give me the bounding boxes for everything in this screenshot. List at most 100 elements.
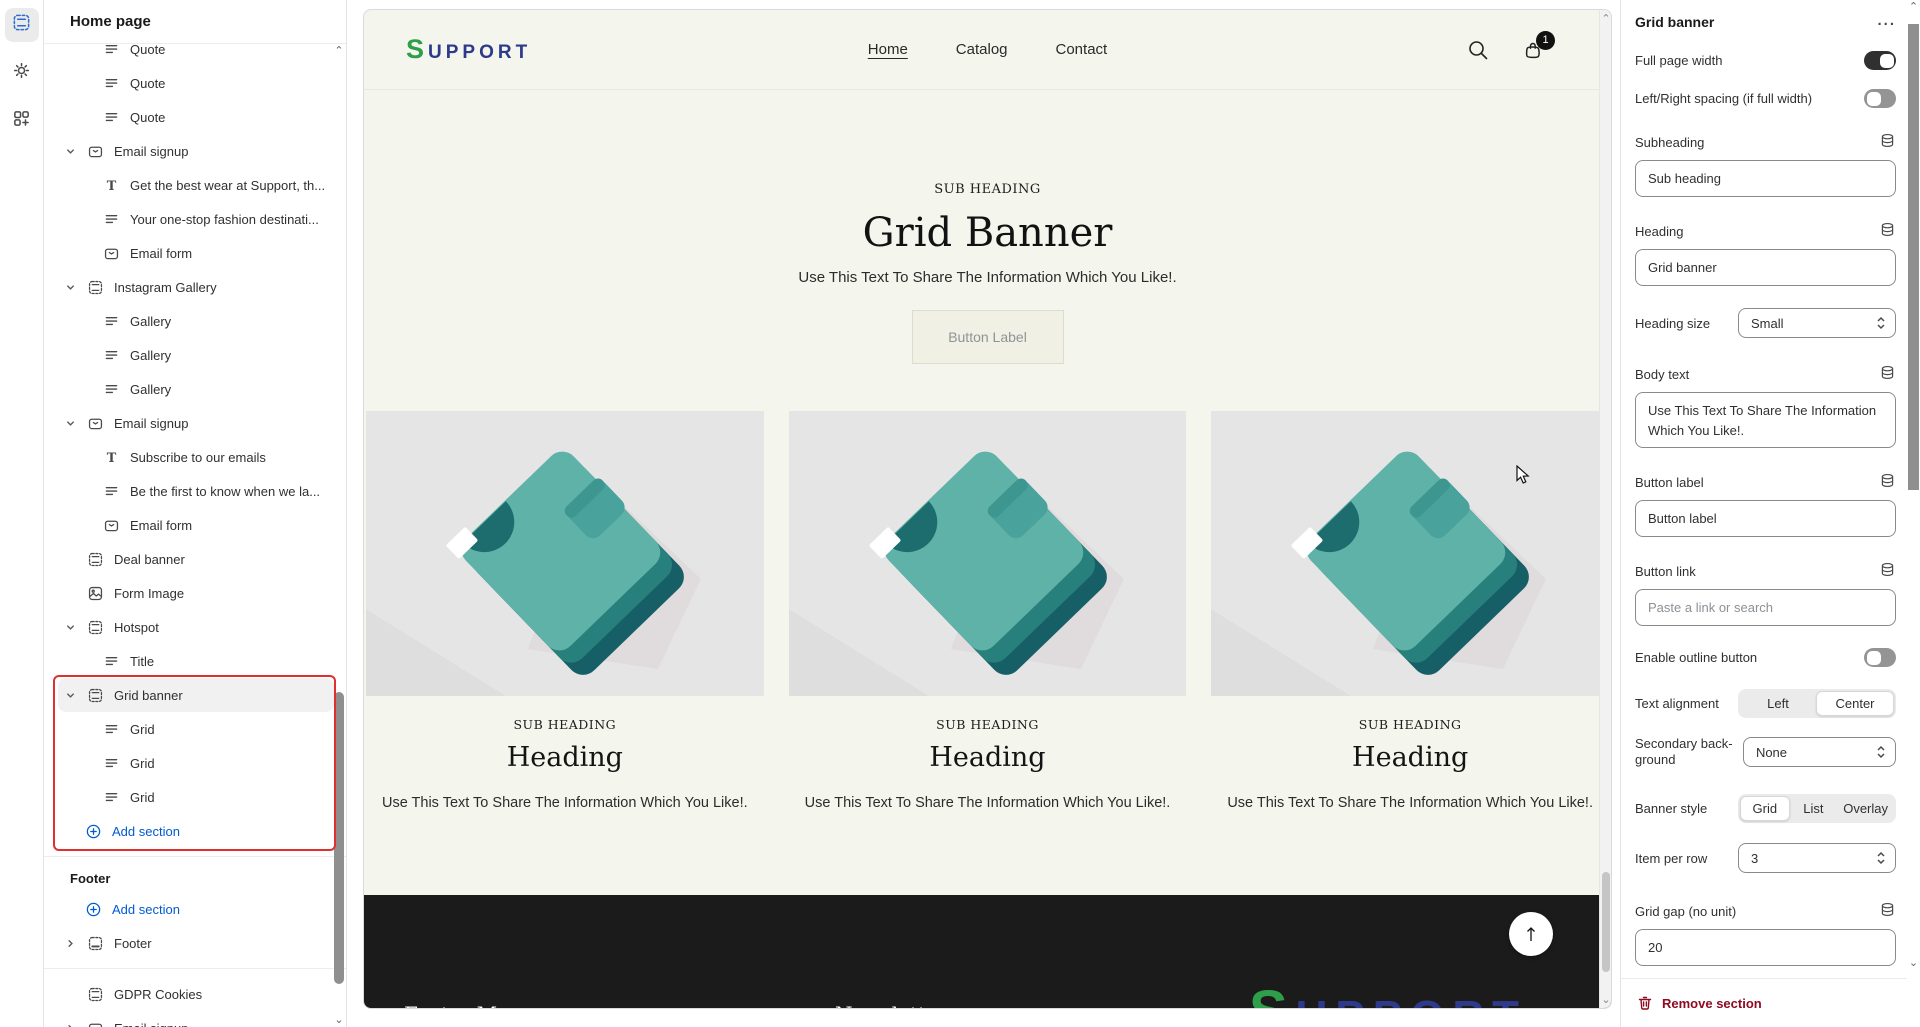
chevron-down-icon[interactable] xyxy=(62,279,78,295)
item-per-row-select[interactable]: 3 xyxy=(1738,843,1896,873)
button-label-input[interactable]: Button label xyxy=(1635,500,1896,537)
tree-item-grid-banner[interactable]: Grid banner xyxy=(58,678,334,712)
dynamic-source-icon[interactable] xyxy=(1879,472,1896,492)
scroll-up-caret[interactable]: ⌃ xyxy=(1600,14,1612,24)
tree-item-label: Form Image xyxy=(114,586,184,601)
chevron-down-icon[interactable] xyxy=(62,143,78,159)
sections-tab-button[interactable] xyxy=(5,8,39,42)
tree-item-email-form[interactable]: Email form xyxy=(44,508,346,542)
section-icon xyxy=(86,686,104,704)
theme-settings-button[interactable] xyxy=(5,56,39,90)
tree-item-instagram-gallery[interactable]: Instagram Gallery xyxy=(44,270,346,304)
chevron-down-icon[interactable] xyxy=(62,619,78,635)
scroll-down-caret[interactable]: ⌄ xyxy=(333,1015,345,1025)
button-link-input[interactable]: Paste a link or search xyxy=(1635,589,1896,626)
tree-item-form-image[interactable]: Form Image xyxy=(44,576,346,610)
chevron-right-icon[interactable] xyxy=(62,935,78,951)
segment-option-center[interactable]: Center xyxy=(1816,691,1894,716)
grid-gap-input[interactable]: 20 xyxy=(1635,929,1896,966)
tree-item-email-signup[interactable]: Email signup xyxy=(44,406,346,440)
text-icon xyxy=(102,720,120,738)
tree-item-email-signup[interactable]: Email signup xyxy=(44,134,346,168)
dynamic-source-icon[interactable] xyxy=(1879,561,1896,581)
scroll-up-caret[interactable]: ⌃ xyxy=(1907,2,1920,12)
banner-button[interactable]: Button Label xyxy=(912,310,1064,364)
tree-item-get-the-best-wear-at-support[interactable]: TGet the best wear at Support, th... xyxy=(44,168,346,202)
scroll-to-top-button[interactable] xyxy=(1509,912,1553,956)
tree-item-quote[interactable]: Quote xyxy=(44,100,346,134)
nav-link-home[interactable]: Home xyxy=(868,41,908,58)
tree-item-gdpr-cookies[interactable]: GDPR Cookies xyxy=(44,977,346,1011)
text-icon xyxy=(102,108,120,126)
segment-option-grid[interactable]: Grid xyxy=(1740,796,1790,821)
heading-input[interactable]: Grid banner xyxy=(1635,249,1896,286)
dynamic-source-icon[interactable] xyxy=(1879,221,1896,241)
body-text-input[interactable]: Use This Text To Share The Information W… xyxy=(1635,392,1896,448)
cart-icon[interactable]: 1 xyxy=(1523,39,1545,61)
tree-item-your-one-stop-fashion-destin[interactable]: Your one-stop fashion destinati... xyxy=(44,202,346,236)
dynamic-source-icon[interactable] xyxy=(1879,132,1896,152)
secondary-background-label: Secondary back-ground xyxy=(1635,736,1743,768)
scroll-down-caret[interactable]: ⌄ xyxy=(1600,995,1612,1005)
window-scrollbar[interactable]: ⌃ ⌄ xyxy=(1907,0,1920,1027)
tree-item-grid[interactable]: Grid xyxy=(44,746,346,780)
tree-item-label: Deal banner xyxy=(114,552,185,567)
tree-item-gallery[interactable]: Gallery xyxy=(44,372,346,406)
tree-item-email-signup[interactable]: Email signup xyxy=(44,1011,346,1027)
card-subheading: SUB HEADING xyxy=(1211,717,1609,732)
tree-item-add-section[interactable]: Add section xyxy=(44,892,346,926)
tree-item-gallery[interactable]: Gallery xyxy=(44,304,346,338)
chevron-down-icon[interactable] xyxy=(62,415,78,431)
secondary-background-select[interactable]: None xyxy=(1743,737,1896,767)
tree-item-hotspot[interactable]: Hotspot xyxy=(44,610,346,644)
search-icon[interactable] xyxy=(1467,39,1489,61)
tree-item-title[interactable]: Title xyxy=(44,644,346,678)
sidebar-scrollbar[interactable]: ⌃ ⌄ xyxy=(333,44,345,1027)
subheading-input[interactable]: Sub heading xyxy=(1635,160,1896,197)
sidebar-scrollbar-thumb[interactable] xyxy=(334,692,344,984)
nav-link-contact[interactable]: Contact xyxy=(1056,41,1108,58)
heading-size-select[interactable]: Small xyxy=(1738,308,1896,338)
chevron-right-icon[interactable] xyxy=(62,1020,78,1027)
tree-item-footer[interactable]: Footer xyxy=(44,926,346,960)
tree-item-subscribe-to-our-emails[interactable]: TSubscribe to our emails xyxy=(44,440,346,474)
text-icon xyxy=(102,380,120,398)
grid-card[interactable]: SUB HEADINGHeadingUse This Text To Share… xyxy=(1211,411,1609,811)
tree-item-email-form[interactable]: Email form xyxy=(44,236,346,270)
tree-item-add-section[interactable]: Add section xyxy=(44,814,346,848)
tree-item-gallery[interactable]: Gallery xyxy=(44,338,346,372)
preview-scrollbar-thumb[interactable] xyxy=(1602,872,1610,972)
banner-subheading: SUB HEADING xyxy=(364,182,1611,197)
dynamic-source-icon[interactable] xyxy=(1879,364,1896,384)
dynamic-source-icon[interactable] xyxy=(1879,901,1896,921)
lr-spacing-toggle[interactable] xyxy=(1864,89,1896,108)
more-options-button[interactable]: ... xyxy=(1877,12,1896,29)
segment-option-left[interactable]: Left xyxy=(1740,691,1816,716)
scroll-down-caret[interactable]: ⌄ xyxy=(1907,958,1920,968)
segment-option-overlay[interactable]: Overlay xyxy=(1837,796,1894,821)
tree-item-quote[interactable]: Quote xyxy=(44,44,346,66)
full-page-width-toggle[interactable] xyxy=(1864,51,1896,70)
tree-item-grid[interactable]: Grid xyxy=(44,780,346,814)
email-icon xyxy=(102,244,120,262)
enable-outline-toggle[interactable] xyxy=(1864,648,1896,667)
apps-button[interactable] xyxy=(5,104,39,138)
store-logo[interactable]: SUPPORT xyxy=(406,34,531,65)
tree-item-deal-banner[interactable]: Deal banner xyxy=(44,542,346,576)
scroll-up-caret[interactable]: ⌃ xyxy=(333,46,345,56)
heading-size-label: Heading size xyxy=(1635,316,1710,331)
segment-option-list[interactable]: List xyxy=(1790,796,1838,821)
nav-link-catalog[interactable]: Catalog xyxy=(956,41,1008,58)
gear-icon xyxy=(12,61,31,85)
chevron-down-icon[interactable] xyxy=(62,687,78,703)
preview-scrollbar[interactable]: ⌃ ⌄ xyxy=(1599,10,1611,1008)
grid-card[interactable]: SUB HEADINGHeadingUse This Text To Share… xyxy=(789,411,1187,811)
tree-item-quote[interactable]: Quote xyxy=(44,66,346,100)
tree-item-grid[interactable]: Grid xyxy=(44,712,346,746)
grid-card[interactable]: SUB HEADINGHeadingUse This Text To Share… xyxy=(366,411,764,811)
window-scrollbar-thumb[interactable] xyxy=(1908,24,1919,490)
remove-section-button[interactable]: Remove section xyxy=(1621,978,1920,1027)
folded-tshirt-illustration xyxy=(366,411,764,696)
tree-item-be-the-first-to-know-when-we[interactable]: Be the first to know when we la... xyxy=(44,474,346,508)
svg-text:T: T xyxy=(106,450,116,465)
